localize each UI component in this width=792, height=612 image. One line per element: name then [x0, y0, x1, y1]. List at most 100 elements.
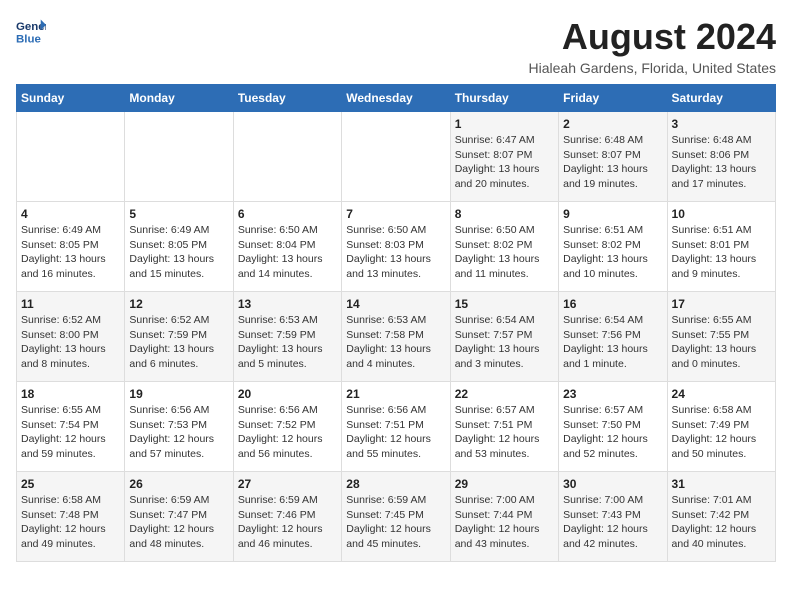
header: General Blue August 2024 Hialeah Gardens…	[16, 16, 776, 76]
day-number: 6	[238, 207, 337, 221]
calendar-cell: 23 Sunrise: 6:57 AM Sunset: 7:50 PM Dayli…	[559, 382, 667, 472]
calendar-cell: 14Sunrise: 6:53 AM Sunset: 7:58 PM Dayli…	[342, 292, 450, 382]
day-number: 16	[563, 297, 662, 311]
day-info: Sunrise: 6:59 AM Sunset: 7:47 PM Dayligh…	[129, 493, 228, 552]
day-number: 23	[563, 387, 662, 401]
day-number: 2	[563, 117, 662, 131]
calendar-cell: 22 Sunrise: 6:57 AM Sunset: 7:51 PM Dayli…	[450, 382, 558, 472]
week-row-1: 1 Sunrise: 6:47 AM Sunset: 8:07 PM Daylig…	[17, 112, 776, 202]
logo-icon: General Blue	[16, 16, 46, 46]
calendar-table: SundayMondayTuesdayWednesdayThursdayFrid…	[16, 84, 776, 562]
day-number: 10	[672, 207, 771, 221]
day-info: Sunrise: 6:49 AM Sunset: 8:05 PM Dayligh…	[129, 223, 228, 282]
day-info: Sunrise: 6:55 AM Sunset: 7:55 PM Dayligh…	[672, 313, 771, 372]
calendar-cell: 26Sunrise: 6:59 AM Sunset: 7:47 PM Dayli…	[125, 472, 233, 562]
day-info: Sunrise: 6:58 AM Sunset: 7:48 PM Dayligh…	[21, 493, 120, 552]
calendar-cell: 17 Sunrise: 6:55 AM Sunset: 7:55 PM Dayli…	[667, 292, 775, 382]
day-number: 27	[238, 477, 337, 491]
day-number: 28	[346, 477, 445, 491]
day-number: 11	[21, 297, 120, 311]
day-number: 22	[455, 387, 554, 401]
day-number: 13	[238, 297, 337, 311]
calendar-cell: 27 Sunrise: 6:59 AM Sunset: 7:46 PM Dayli…	[233, 472, 341, 562]
day-number: 18	[21, 387, 120, 401]
day-info: Sunrise: 6:55 AM Sunset: 7:54 PM Dayligh…	[21, 403, 120, 462]
day-number: 20	[238, 387, 337, 401]
calendar-cell: 16 Sunrise: 6:54 AM Sunset: 7:56 PM Dayli…	[559, 292, 667, 382]
calendar-cell: 29 Sunrise: 7:00 AM Sunset: 7:44 PM Dayli…	[450, 472, 558, 562]
day-info: Sunrise: 6:54 AM Sunset: 7:56 PM Dayligh…	[563, 313, 662, 372]
day-info: Sunrise: 6:51 AM Sunset: 8:02 PM Dayligh…	[563, 223, 662, 282]
calendar-cell: 3Sunrise: 6:48 AM Sunset: 8:06 PM Daylig…	[667, 112, 775, 202]
calendar-cell: 21 Sunrise: 6:56 AM Sunset: 7:51 PM Dayli…	[342, 382, 450, 472]
day-info: Sunrise: 6:56 AM Sunset: 7:51 PM Dayligh…	[346, 403, 445, 462]
day-number: 15	[455, 297, 554, 311]
subtitle: Hialeah Gardens, Florida, United States	[529, 60, 776, 76]
day-info: Sunrise: 6:49 AM Sunset: 8:05 PM Dayligh…	[21, 223, 120, 282]
week-row-4: 18 Sunrise: 6:55 AM Sunset: 7:54 PM Dayli…	[17, 382, 776, 472]
header-day-monday: Monday	[125, 85, 233, 112]
week-row-3: 11 Sunrise: 6:52 AM Sunset: 8:00 PM Dayli…	[17, 292, 776, 382]
week-row-2: 4Sunrise: 6:49 AM Sunset: 8:05 PM Daylig…	[17, 202, 776, 292]
day-info: Sunrise: 6:59 AM Sunset: 7:46 PM Dayligh…	[238, 493, 337, 552]
day-info: Sunrise: 6:54 AM Sunset: 7:57 PM Dayligh…	[455, 313, 554, 372]
logo: General Blue	[16, 16, 46, 46]
day-info: Sunrise: 6:59 AM Sunset: 7:45 PM Dayligh…	[346, 493, 445, 552]
day-number: 12	[129, 297, 228, 311]
calendar-cell: 6 Sunrise: 6:50 AM Sunset: 8:04 PM Daylig…	[233, 202, 341, 292]
day-info: Sunrise: 7:00 AM Sunset: 7:44 PM Dayligh…	[455, 493, 554, 552]
day-number: 24	[672, 387, 771, 401]
day-number: 21	[346, 387, 445, 401]
day-number: 29	[455, 477, 554, 491]
day-info: Sunrise: 6:52 AM Sunset: 7:59 PM Dayligh…	[129, 313, 228, 372]
header-day-saturday: Saturday	[667, 85, 775, 112]
day-number: 19	[129, 387, 228, 401]
day-info: Sunrise: 6:53 AM Sunset: 7:58 PM Dayligh…	[346, 313, 445, 372]
calendar-cell: 1 Sunrise: 6:47 AM Sunset: 8:07 PM Daylig…	[450, 112, 558, 202]
day-number: 30	[563, 477, 662, 491]
title-section: August 2024 Hialeah Gardens, Florida, Un…	[529, 16, 776, 76]
header-day-tuesday: Tuesday	[233, 85, 341, 112]
calendar-cell: 12 Sunrise: 6:52 AM Sunset: 7:59 PM Dayli…	[125, 292, 233, 382]
header-row: SundayMondayTuesdayWednesdayThursdayFrid…	[17, 85, 776, 112]
day-info: Sunrise: 6:48 AM Sunset: 8:07 PM Dayligh…	[563, 133, 662, 192]
day-info: Sunrise: 6:51 AM Sunset: 8:01 PM Dayligh…	[672, 223, 771, 282]
calendar-cell: 31Sunrise: 7:01 AM Sunset: 7:42 PM Dayli…	[667, 472, 775, 562]
day-info: Sunrise: 6:52 AM Sunset: 8:00 PM Dayligh…	[21, 313, 120, 372]
day-number: 17	[672, 297, 771, 311]
calendar-cell: 4Sunrise: 6:49 AM Sunset: 8:05 PM Daylig…	[17, 202, 125, 292]
calendar-cell: 7 Sunrise: 6:50 AM Sunset: 8:03 PM Daylig…	[342, 202, 450, 292]
calendar-cell: 28 Sunrise: 6:59 AM Sunset: 7:45 PM Dayli…	[342, 472, 450, 562]
day-number: 8	[455, 207, 554, 221]
calendar-cell: 13Sunrise: 6:53 AM Sunset: 7:59 PM Dayli…	[233, 292, 341, 382]
header-day-thursday: Thursday	[450, 85, 558, 112]
calendar-cell: 18 Sunrise: 6:55 AM Sunset: 7:54 PM Dayli…	[17, 382, 125, 472]
day-info: Sunrise: 6:47 AM Sunset: 8:07 PM Dayligh…	[455, 133, 554, 192]
day-info: Sunrise: 6:56 AM Sunset: 7:53 PM Dayligh…	[129, 403, 228, 462]
calendar-cell: 8 Sunrise: 6:50 AM Sunset: 8:02 PM Daylig…	[450, 202, 558, 292]
week-row-5: 25 Sunrise: 6:58 AM Sunset: 7:48 PM Dayli…	[17, 472, 776, 562]
day-number: 25	[21, 477, 120, 491]
svg-text:Blue: Blue	[16, 33, 41, 45]
calendar-cell	[342, 112, 450, 202]
day-info: Sunrise: 6:57 AM Sunset: 7:51 PM Dayligh…	[455, 403, 554, 462]
day-info: Sunrise: 6:50 AM Sunset: 8:03 PM Dayligh…	[346, 223, 445, 282]
calendar-cell	[233, 112, 341, 202]
main-title: August 2024	[529, 16, 776, 58]
day-info: Sunrise: 6:57 AM Sunset: 7:50 PM Dayligh…	[563, 403, 662, 462]
day-number: 5	[129, 207, 228, 221]
day-info: Sunrise: 6:50 AM Sunset: 8:04 PM Dayligh…	[238, 223, 337, 282]
day-number: 1	[455, 117, 554, 131]
calendar-cell: 24Sunrise: 6:58 AM Sunset: 7:49 PM Dayli…	[667, 382, 775, 472]
calendar-cell: 20 Sunrise: 6:56 AM Sunset: 7:52 PM Dayli…	[233, 382, 341, 472]
header-day-sunday: Sunday	[17, 85, 125, 112]
calendar-cell: 25 Sunrise: 6:58 AM Sunset: 7:48 PM Dayli…	[17, 472, 125, 562]
day-number: 9	[563, 207, 662, 221]
day-info: Sunrise: 6:48 AM Sunset: 8:06 PM Dayligh…	[672, 133, 771, 192]
calendar-cell: 19 Sunrise: 6:56 AM Sunset: 7:53 PM Dayli…	[125, 382, 233, 472]
calendar-cell: 9 Sunrise: 6:51 AM Sunset: 8:02 PM Daylig…	[559, 202, 667, 292]
day-number: 7	[346, 207, 445, 221]
day-number: 31	[672, 477, 771, 491]
day-info: Sunrise: 6:50 AM Sunset: 8:02 PM Dayligh…	[455, 223, 554, 282]
day-info: Sunrise: 6:56 AM Sunset: 7:52 PM Dayligh…	[238, 403, 337, 462]
